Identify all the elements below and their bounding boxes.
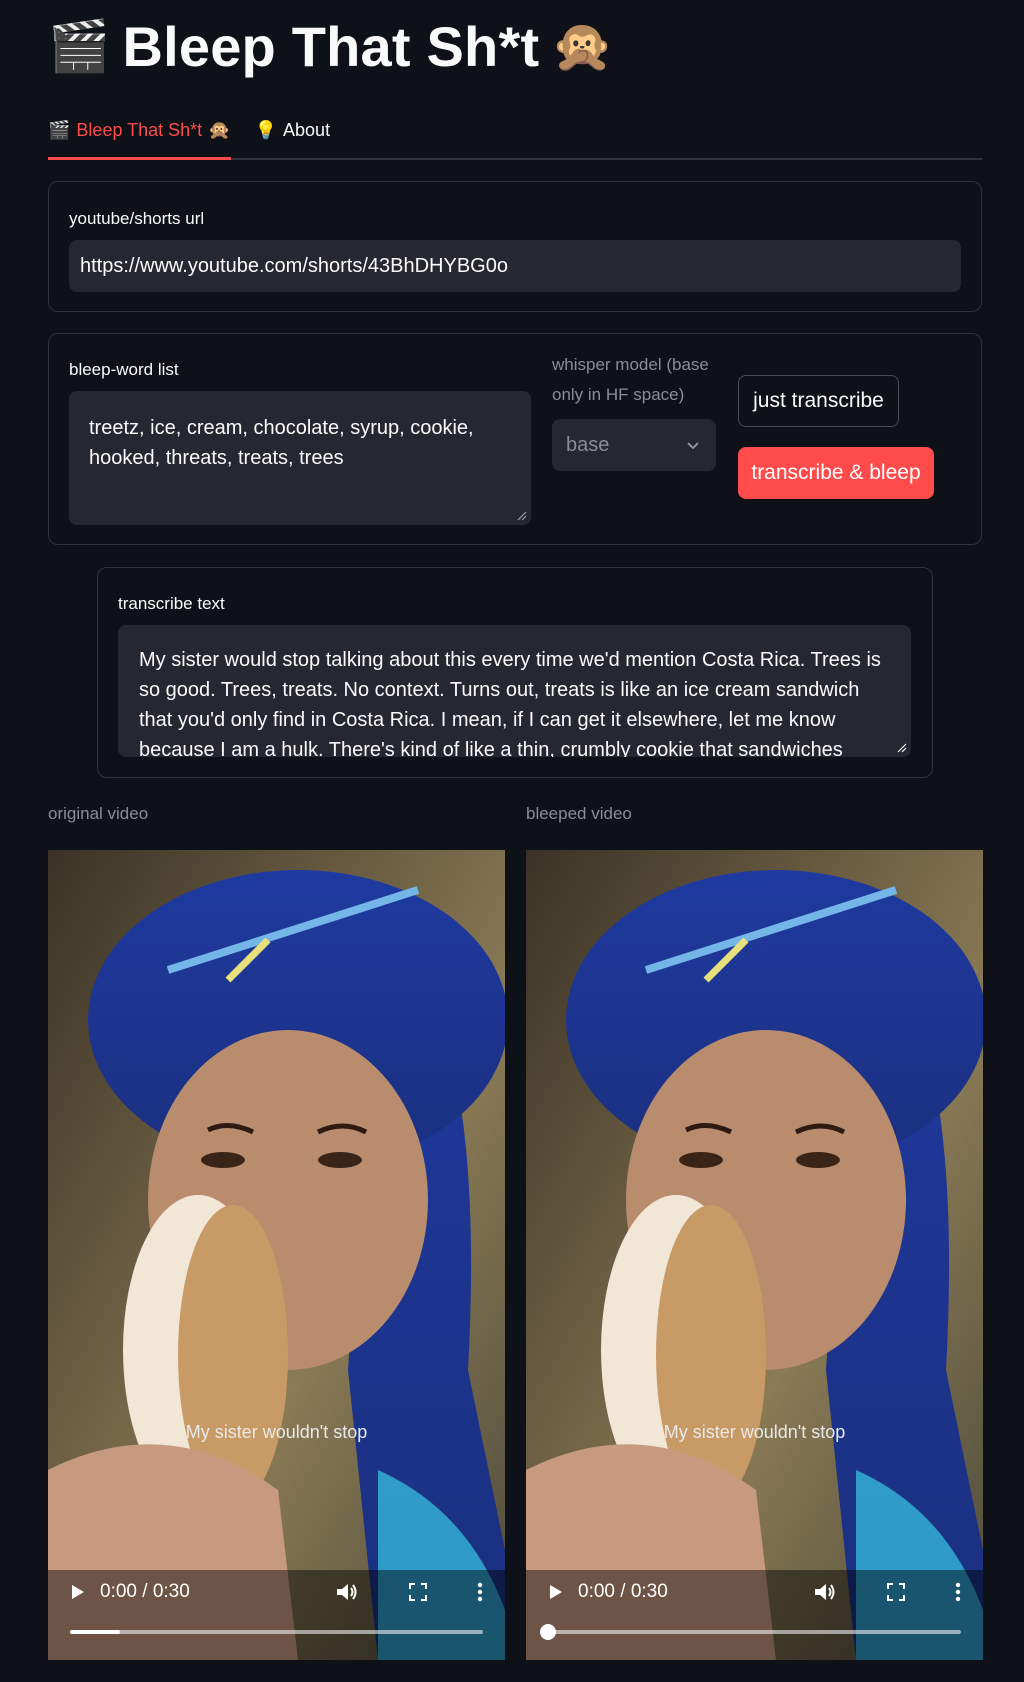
clapper-board-icon: 🎬 bbox=[48, 120, 71, 140]
more-options-icon[interactable] bbox=[955, 1582, 961, 1602]
url-form: youtube/shorts url https://www.youtube.c… bbox=[48, 181, 982, 312]
lightbulb-icon: 💡 bbox=[254, 120, 278, 140]
play-icon[interactable] bbox=[548, 1583, 564, 1601]
whisper-model-label: whisper model (base only in HF space) bbox=[552, 355, 709, 404]
tab-bar: 🎬 Bleep That Sh*t 🙊 💡 About bbox=[48, 112, 982, 160]
bleep-word-list-label: bleep-word list bbox=[69, 360, 179, 379]
play-icon[interactable] bbox=[70, 1583, 86, 1601]
video-caption: My sister wouldn't stop bbox=[185, 1422, 368, 1442]
transcribe-textarea[interactable]: My sister would stop talking about this … bbox=[118, 625, 911, 757]
more-options-icon[interactable] bbox=[477, 1582, 483, 1602]
transcribe-panel: transcribe text My sister would stop tal… bbox=[97, 567, 933, 778]
bleep-word-list-text: treetz, ice, cream, chocolate, syrup, co… bbox=[89, 417, 474, 469]
original-video-label: original video bbox=[48, 804, 149, 823]
video-frame bbox=[526, 850, 983, 1660]
app-title-text: Bleep That Sh*t bbox=[122, 15, 540, 78]
resize-handle-icon[interactable] bbox=[895, 741, 907, 753]
original-video-player[interactable]: My sister wouldn't stop 0:00 / 0:30 bbox=[48, 850, 505, 1660]
video-controls: 0:00 / 0:30 bbox=[526, 1572, 983, 1612]
transcribe-text: My sister would stop talking about this … bbox=[139, 649, 881, 757]
app-title: 🎬 Bleep That Sh*t 🙊 bbox=[48, 14, 614, 79]
url-label: youtube/shorts url bbox=[69, 209, 205, 228]
transcribe-text-label: transcribe text bbox=[118, 594, 225, 613]
bleeped-video-label: bleeped video bbox=[526, 804, 632, 823]
video-controls: 0:00 / 0:30 bbox=[48, 1572, 505, 1612]
whisper-model-select[interactable]: base bbox=[552, 419, 716, 471]
volume-icon[interactable] bbox=[335, 1581, 359, 1603]
chevron-down-icon bbox=[687, 442, 699, 450]
video-time: 0:00 / 0:30 bbox=[578, 1581, 668, 1602]
see-no-evil-monkey-icon: 🙊 bbox=[551, 18, 614, 74]
just-transcribe-button[interactable]: just transcribe bbox=[738, 375, 899, 427]
see-no-evil-monkey-icon: 🙊 bbox=[208, 120, 231, 140]
bleeped-video-player[interactable]: My sister wouldn't stop 0:00 / 0:30 bbox=[526, 850, 983, 1660]
tab-bleep-that-shit[interactable]: 🎬 Bleep That Sh*t 🙊 bbox=[48, 112, 231, 160]
tab-label: Bleep That Sh*t bbox=[76, 120, 203, 140]
bleep-word-list-input[interactable]: treetz, ice, cream, chocolate, syrup, co… bbox=[69, 391, 531, 525]
video-progress-bar[interactable] bbox=[540, 1624, 961, 1640]
video-progress-bar[interactable] bbox=[70, 1630, 483, 1634]
video-time: 0:00 / 0:30 bbox=[100, 1581, 190, 1602]
fullscreen-icon[interactable] bbox=[409, 1583, 427, 1601]
video-caption: My sister wouldn't stop bbox=[663, 1422, 846, 1442]
volume-icon[interactable] bbox=[813, 1581, 837, 1603]
video-frame bbox=[48, 850, 505, 1660]
bleep-form: bleep-word list treetz, ice, cream, choc… bbox=[48, 333, 982, 545]
url-input[interactable]: https://www.youtube.com/shorts/43BhDHYBG… bbox=[69, 240, 961, 292]
video-scrubber-handle[interactable] bbox=[540, 1624, 556, 1640]
fullscreen-icon[interactable] bbox=[887, 1583, 905, 1601]
whisper-model-value: base bbox=[566, 433, 610, 456]
clapper-board-icon: 🎬 bbox=[48, 18, 111, 74]
tab-about[interactable]: 💡 About bbox=[255, 112, 330, 160]
tab-label: About bbox=[283, 120, 331, 140]
transcribe-bleep-button[interactable]: transcribe & bleep bbox=[738, 447, 934, 499]
resize-handle-icon[interactable] bbox=[515, 509, 527, 521]
video-progress-fill bbox=[70, 1630, 120, 1634]
